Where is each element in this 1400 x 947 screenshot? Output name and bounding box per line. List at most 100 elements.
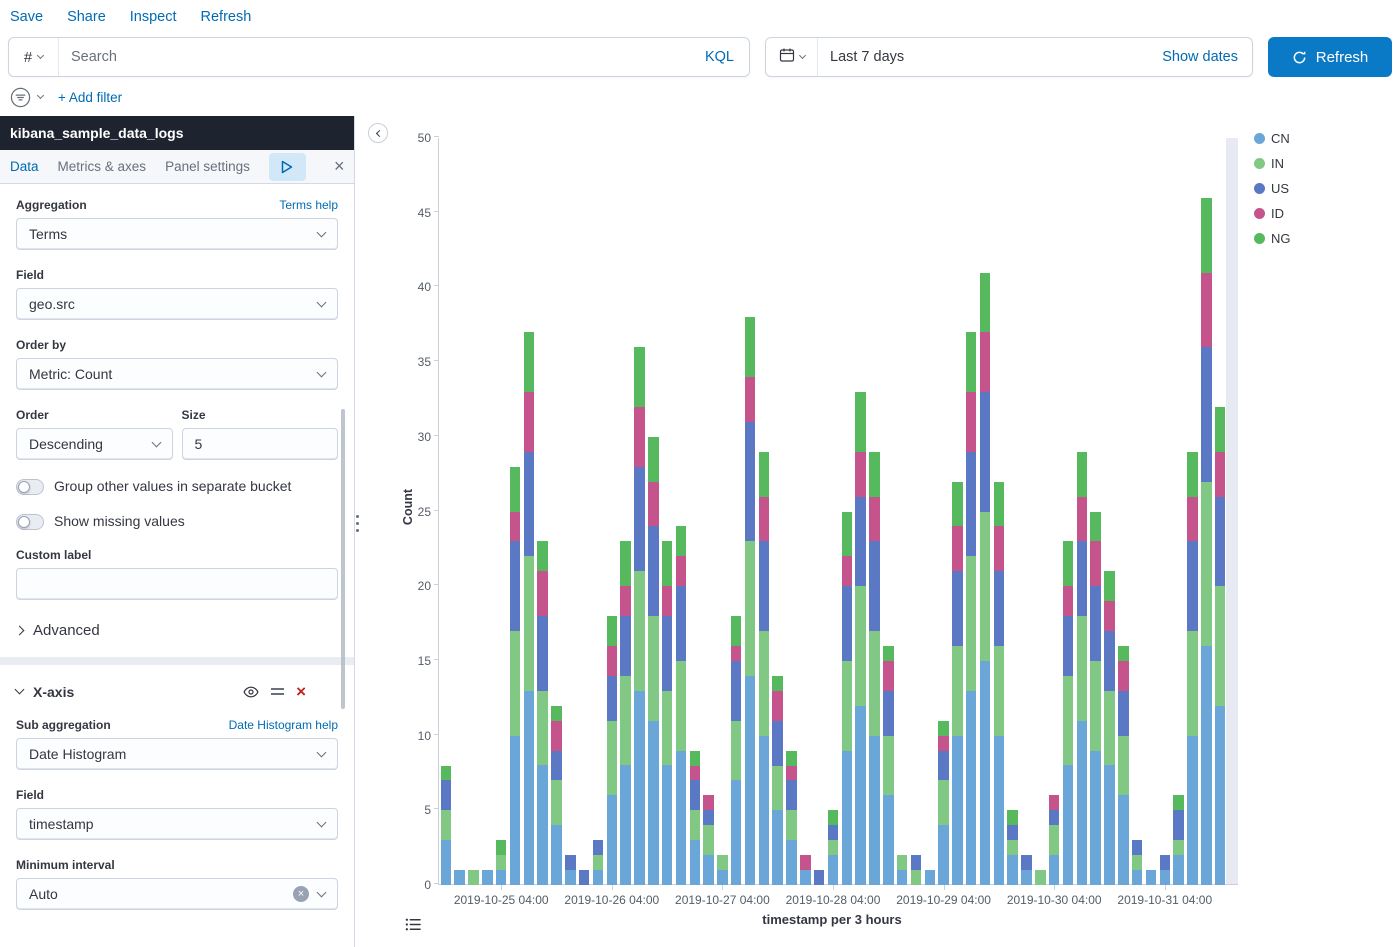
bar-2019-10-30 13:00[interactable]: [1090, 512, 1101, 885]
refresh-link[interactable]: Refresh: [201, 9, 252, 25]
panel-resizer-handle[interactable]: [356, 515, 359, 532]
custom-label-input[interactable]: [16, 568, 338, 600]
bar-2019-10-30 07:00[interactable]: [1063, 541, 1074, 885]
bar-2019-10-27 04:00[interactable]: [717, 855, 728, 885]
time-range-value[interactable]: Last 7 days: [818, 49, 1148, 65]
bar-2019-10-29 10:00[interactable]: [966, 332, 977, 885]
legend-item-ID[interactable]: ID: [1254, 206, 1291, 221]
bar-2019-10-27 07:00[interactable]: [731, 616, 742, 885]
sub-aggregation-select[interactable]: Date Histogram: [16, 738, 338, 770]
bar-2019-10-27 10:00[interactable]: [745, 317, 756, 885]
minimum-interval-select[interactable]: Auto ×: [16, 878, 338, 910]
bar-2019-10-27 16:00[interactable]: [772, 676, 783, 885]
drag-handle-icon[interactable]: [271, 688, 284, 695]
bar-2019-10-31 04:00[interactable]: [1160, 855, 1171, 885]
x-axis-section-header[interactable]: X-axis ×: [16, 683, 338, 700]
collapse-sidebar-button[interactable]: [368, 123, 388, 143]
bar-2019-10-26 22:00[interactable]: [690, 751, 701, 885]
discard-changes-button[interactable]: ×: [325, 153, 354, 181]
bar-2019-10-29 07:00[interactable]: [952, 482, 963, 885]
bar-2019-10-29 13:00[interactable]: [980, 273, 991, 886]
bar-2019-10-24 19:00[interactable]: [454, 870, 465, 885]
size-input[interactable]: [182, 428, 339, 460]
legend-item-NG[interactable]: NG: [1254, 231, 1291, 246]
legend-toggle-button[interactable]: [404, 915, 424, 935]
bar-2019-10-30 10:00[interactable]: [1077, 452, 1088, 885]
bar-2019-10-28 19:00[interactable]: [897, 855, 908, 885]
bar-2019-10-26 01:00[interactable]: [593, 840, 604, 885]
bar-2019-10-29 19:00[interactable]: [1007, 810, 1018, 885]
share-link[interactable]: Share: [67, 9, 106, 25]
search-input[interactable]: [59, 38, 690, 76]
show-missing-values-toggle[interactable]: [16, 514, 44, 530]
kql-language-button[interactable]: KQL: [690, 49, 749, 65]
bar-2019-10-26 19:00[interactable]: [676, 526, 687, 885]
group-other-values-toggle[interactable]: [16, 479, 44, 495]
aggregation-select[interactable]: Terms: [16, 218, 338, 250]
bar-2019-10-29 22:00[interactable]: [1021, 855, 1032, 885]
add-filter-link[interactable]: + Add filter: [58, 90, 122, 105]
bar-2019-10-31 01:00[interactable]: [1146, 870, 1157, 885]
bar-2019-10-31 16:00[interactable]: [1215, 407, 1226, 885]
clear-selection-icon[interactable]: ×: [293, 886, 309, 902]
bar-2019-10-28 07:00[interactable]: [842, 512, 853, 885]
saved-query-menu-button[interactable]: #: [9, 38, 59, 76]
legend-item-IN[interactable]: IN: [1254, 156, 1291, 171]
bar-2019-10-30 01:00[interactable]: [1035, 870, 1046, 885]
bar-2019-10-25 19:00[interactable]: [565, 855, 576, 885]
apply-changes-button[interactable]: [269, 153, 306, 181]
bar-2019-10-24 22:00[interactable]: [468, 870, 479, 885]
show-dates-link[interactable]: Show dates: [1148, 49, 1252, 65]
bar-2019-10-26 10:00[interactable]: [634, 347, 645, 885]
sidebar-scrollbar[interactable]: [341, 409, 345, 709]
date-histogram-help-link[interactable]: Date Histogram help: [229, 718, 338, 732]
bar-2019-10-27 22:00[interactable]: [800, 855, 811, 885]
terms-help-link[interactable]: Terms help: [279, 198, 338, 212]
bar-2019-10-27 19:00[interactable]: [786, 751, 797, 885]
bar-2019-10-26 04:00[interactable]: [607, 616, 618, 885]
refresh-button[interactable]: Refresh: [1268, 37, 1392, 77]
advanced-accordion[interactable]: Advanced: [16, 622, 338, 639]
calendar-menu-button[interactable]: [766, 38, 818, 76]
bar-2019-10-29 01:00[interactable]: [925, 870, 936, 885]
order-by-select[interactable]: Metric: Count: [16, 358, 338, 390]
legend-item-US[interactable]: US: [1254, 181, 1291, 196]
bar-2019-10-30 04:00[interactable]: [1049, 795, 1060, 885]
bar-2019-10-31 10:00[interactable]: [1187, 452, 1198, 885]
bar-2019-10-28 01:00[interactable]: [814, 870, 825, 885]
tab-data[interactable]: Data: [10, 159, 39, 174]
bar-2019-10-27 01:00[interactable]: [703, 795, 714, 885]
bar-2019-10-26 13:00[interactable]: [648, 437, 659, 885]
bar-2019-10-31 07:00[interactable]: [1173, 795, 1184, 885]
field-select[interactable]: geo.src: [16, 288, 338, 320]
legend-item-CN[interactable]: CN: [1254, 131, 1291, 146]
eye-icon[interactable]: [243, 684, 259, 700]
bar-2019-10-26 07:00[interactable]: [620, 541, 631, 885]
bar-2019-10-26 16:00[interactable]: [662, 541, 673, 885]
bar-2019-10-31 13:00[interactable]: [1201, 198, 1212, 885]
bar-2019-10-30 16:00[interactable]: [1104, 571, 1115, 885]
bar-2019-10-28 13:00[interactable]: [869, 452, 880, 885]
bar-2019-10-25 04:00[interactable]: [496, 840, 507, 885]
bar-2019-10-25 01:00[interactable]: [482, 870, 493, 885]
save-link[interactable]: Save: [10, 9, 43, 25]
bar-2019-10-29 04:00[interactable]: [938, 721, 949, 885]
bar-2019-10-25 13:00[interactable]: [537, 541, 548, 885]
bar-2019-10-29 16:00[interactable]: [994, 482, 1005, 885]
tab-metrics-axes[interactable]: Metrics & axes: [58, 159, 147, 174]
remove-x-axis-icon[interactable]: ×: [296, 683, 306, 700]
bar-2019-10-28 04:00[interactable]: [828, 810, 839, 885]
bar-2019-10-25 22:00[interactable]: [579, 870, 590, 885]
x-axis-field-select[interactable]: timestamp: [16, 808, 338, 840]
bar-2019-10-30 19:00[interactable]: [1118, 646, 1129, 885]
bar-2019-10-28 16:00[interactable]: [883, 646, 894, 885]
bar-2019-10-25 10:00[interactable]: [524, 332, 535, 885]
bar-2019-10-24 16:00[interactable]: [441, 766, 452, 886]
inspect-link[interactable]: Inspect: [130, 9, 177, 25]
bar-2019-10-28 10:00[interactable]: [855, 392, 866, 885]
tab-panel-settings[interactable]: Panel settings: [165, 159, 250, 174]
bar-2019-10-25 16:00[interactable]: [551, 706, 562, 885]
bar-2019-10-27 13:00[interactable]: [759, 452, 770, 885]
order-select[interactable]: Descending: [16, 428, 173, 460]
bar-2019-10-28 22:00[interactable]: [911, 855, 922, 885]
